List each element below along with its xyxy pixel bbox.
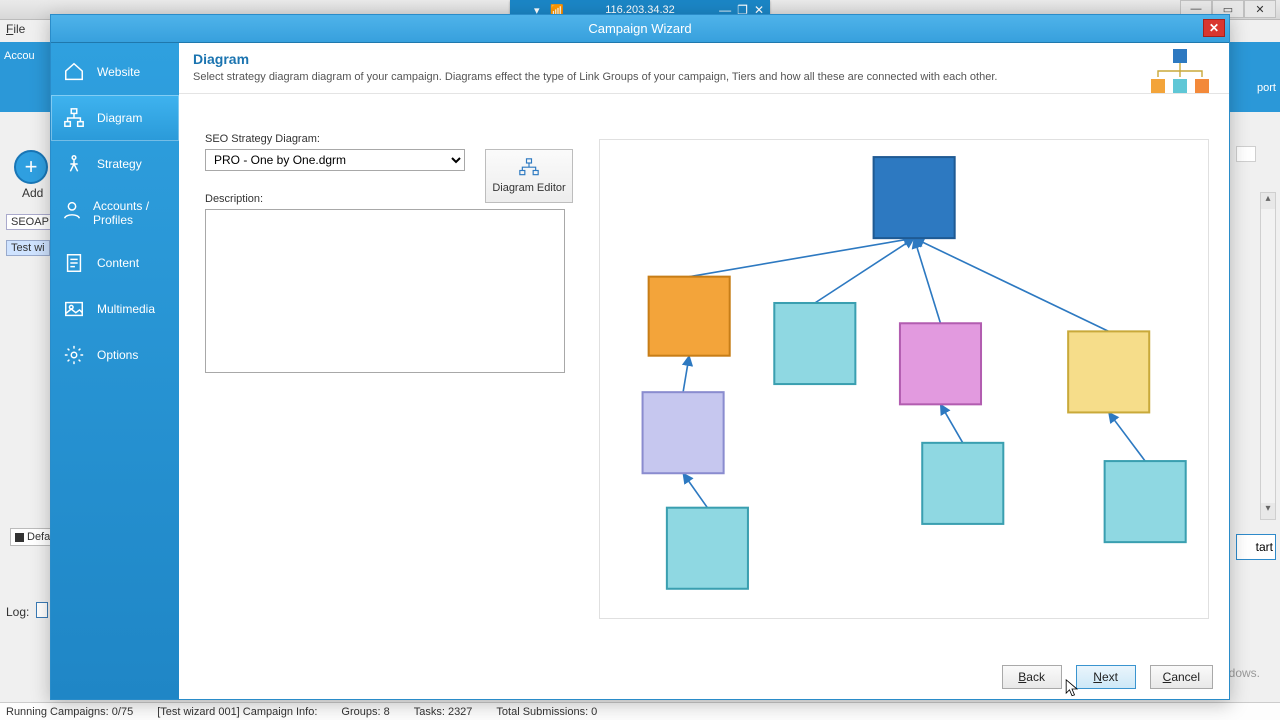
status-tasks: Tasks: 2327 [414, 706, 473, 718]
file-menu[interactable]: File [6, 22, 25, 36]
nav-multimedia[interactable]: Multimedia [51, 286, 179, 332]
status-info: [Test wizard 001] Campaign Info: [157, 706, 317, 718]
divider [179, 93, 1229, 94]
right-scrollbar[interactable]: ▴ ▾ [1260, 192, 1276, 520]
strategy-icon [61, 153, 87, 175]
next-button[interactable]: Next [1076, 665, 1136, 689]
diagram-icon [61, 107, 87, 129]
gear-icon [61, 344, 87, 366]
wizard-nav: Website Diagram Strategy Accounts / Prof… [51, 43, 179, 699]
start-button-partial[interactable]: tart [1236, 534, 1276, 560]
home-icon [61, 61, 87, 83]
dialog-title: Campaign Wizard [588, 21, 691, 36]
diagram-node[interactable] [922, 443, 1003, 524]
add-label: Add [22, 186, 43, 200]
nav-accounts[interactable]: Accounts / Profiles [51, 187, 179, 240]
diagram-edge [689, 238, 914, 277]
diagram-node[interactable] [1105, 461, 1186, 542]
diagram-edge [683, 356, 689, 392]
nav-options[interactable]: Options [51, 332, 179, 378]
tab-seoap[interactable]: SEOAP [6, 214, 54, 230]
row-test-wizard[interactable]: Test wi [6, 240, 50, 256]
diagram-edge [914, 238, 940, 323]
ribbon-right-label: port [1257, 82, 1276, 94]
dialog-close-button[interactable]: ✕ [1203, 19, 1225, 37]
diagram-node[interactable] [874, 157, 955, 238]
diagram-node[interactable] [643, 392, 724, 473]
diagram-edge [683, 473, 707, 507]
toolbar-fragment[interactable] [1236, 146, 1256, 162]
diagram-edge [940, 404, 962, 443]
status-running: Running Campaigns: 0/75 [6, 706, 133, 718]
dialog-titlebar[interactable]: Campaign Wizard ✕ [51, 15, 1229, 43]
status-subs: Total Submissions: 0 [496, 706, 597, 718]
diagram-node[interactable] [900, 323, 981, 404]
diagram-edge [914, 238, 1109, 331]
log-box[interactable] [36, 602, 48, 618]
diagram-select[interactable]: PRO - One by One.dgrm [205, 149, 465, 171]
image-icon [61, 298, 87, 320]
back-button[interactable]: Back [1002, 665, 1062, 689]
diagram-edge [815, 238, 914, 303]
diagram-select-label: SEO Strategy Diagram: [205, 133, 575, 145]
nav-strategy[interactable]: Strategy [51, 141, 179, 187]
wizard-pane: Diagram Select strategy diagram diagram … [179, 43, 1229, 699]
nav-content[interactable]: Content [51, 240, 179, 286]
diagram-editor-button[interactable]: Diagram Editor [485, 149, 573, 203]
page-title: Diagram [193, 51, 1215, 67]
diagram-edge [1109, 412, 1145, 461]
diagram-node[interactable] [649, 277, 730, 356]
nav-diagram[interactable]: Diagram [51, 95, 179, 141]
scroll-up-icon[interactable]: ▴ [1261, 193, 1275, 209]
diagram-canvas[interactable] [599, 139, 1209, 619]
scroll-down-icon[interactable]: ▾ [1261, 503, 1275, 519]
add-button[interactable]: + [14, 150, 48, 184]
default-chip[interactable]: Defa [10, 528, 55, 546]
status-groups: Groups: 8 [341, 706, 389, 718]
status-bar: Running Campaigns: 0/75 [Test wizard 001… [0, 702, 1280, 720]
nav-website[interactable]: Website [51, 49, 179, 95]
account-label: Accou [4, 50, 52, 62]
cancel-button[interactable]: Cancel [1150, 665, 1213, 689]
description-textarea[interactable] [205, 209, 565, 373]
diagram-node[interactable] [774, 303, 855, 384]
outer-close-icon[interactable]: ✕ [1244, 0, 1276, 18]
log-label: Log: [6, 605, 29, 619]
page-subtitle: Select strategy diagram diagram of your … [193, 71, 1215, 83]
campaign-wizard-dialog: Campaign Wizard ✕ Website Diagram Strate… [50, 14, 1230, 700]
header-diagram-icon [1149, 49, 1211, 104]
user-icon [61, 199, 83, 221]
document-icon [61, 252, 87, 274]
diagram-node[interactable] [667, 508, 748, 589]
diagram-node[interactable] [1068, 331, 1149, 412]
